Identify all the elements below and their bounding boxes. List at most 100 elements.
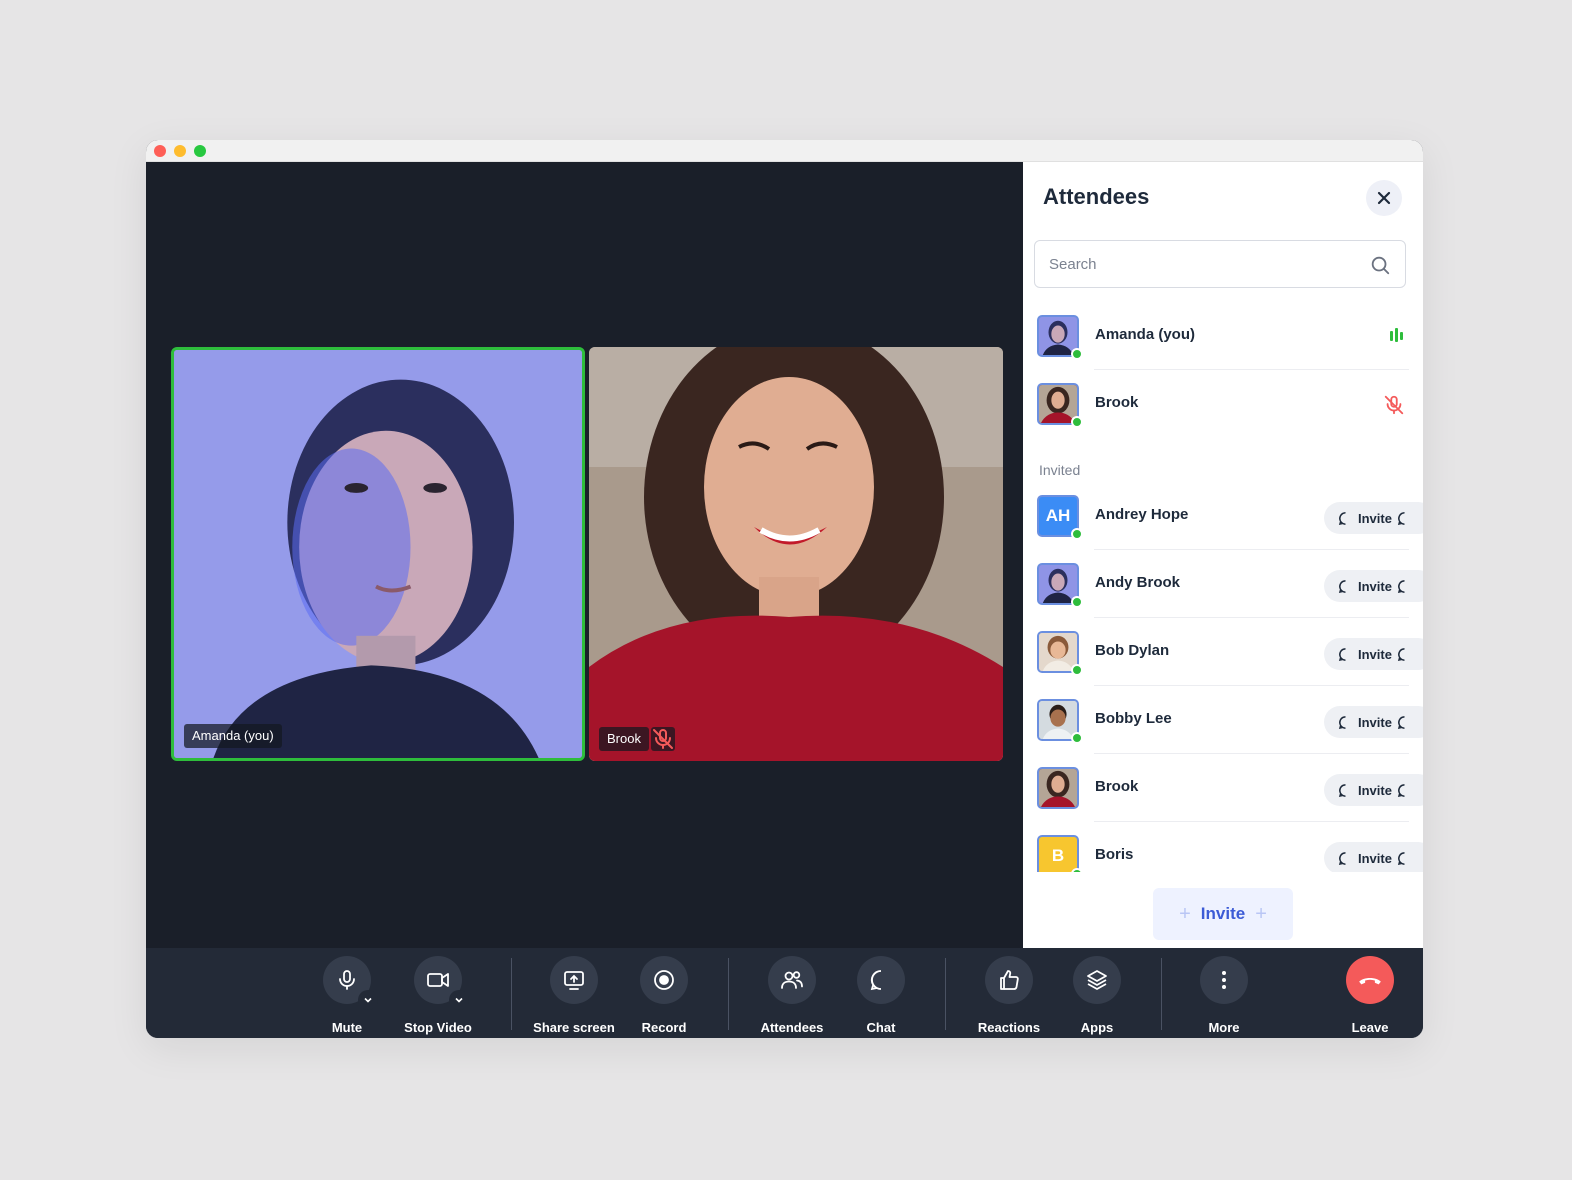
attendees-circle bbox=[768, 956, 816, 1004]
invite-label: Invite bbox=[1358, 646, 1392, 662]
attendee-list: Amanda (you) Brook Invited AH Andrey Hop… bbox=[1023, 302, 1423, 872]
online-status-icon bbox=[1071, 348, 1083, 360]
chat-bubble-icon bbox=[1397, 647, 1405, 661]
leave-circle bbox=[1346, 956, 1394, 1004]
chat-bubble-icon bbox=[1338, 511, 1346, 525]
chat-bubble-icon bbox=[1397, 851, 1405, 865]
invite-button[interactable]: Invite bbox=[1324, 638, 1423, 670]
plus-icon: + bbox=[1255, 902, 1267, 925]
invite-button[interactable]: Invite bbox=[1324, 842, 1423, 872]
minimize-window-button[interactable] bbox=[174, 145, 186, 157]
chat-bubble-icon bbox=[1338, 851, 1346, 865]
invite-button[interactable]: Invite bbox=[1324, 502, 1423, 534]
invite-button[interactable]: Invite bbox=[1324, 706, 1423, 738]
amanda-video-feed bbox=[174, 350, 582, 758]
more-vertical-icon bbox=[1222, 971, 1226, 989]
chat-bubble-icon bbox=[1397, 511, 1405, 525]
attendee-row-brook[interactable]: Brook bbox=[1037, 370, 1409, 438]
chat-bubble-icon bbox=[1338, 579, 1346, 593]
video-stage: Amanda (you) Brook bbox=[146, 162, 1023, 948]
mute-button[interactable]: Mute bbox=[302, 956, 392, 1036]
invite-label: Invite bbox=[1358, 850, 1392, 866]
invite-button[interactable]: Invite bbox=[1324, 774, 1423, 806]
more-button[interactable]: More bbox=[1179, 956, 1269, 1036]
plus-icon: + bbox=[1179, 902, 1191, 925]
video-tile-brook[interactable]: Brook bbox=[589, 347, 1003, 761]
brook-video-feed bbox=[589, 347, 1003, 761]
speaking-icon bbox=[1387, 326, 1405, 349]
leave-button[interactable]: Leave bbox=[1325, 956, 1415, 1036]
share-screen-button[interactable]: Share screen bbox=[529, 956, 619, 1036]
invite-label: Invite bbox=[1358, 510, 1392, 526]
reactions-circle bbox=[985, 956, 1033, 1004]
invite-attendees-button[interactable]: + Invite + bbox=[1153, 888, 1293, 940]
stop-video-button[interactable]: Stop Video bbox=[393, 956, 483, 1036]
online-status-icon bbox=[1071, 528, 1083, 540]
more-label: More bbox=[1208, 1020, 1240, 1035]
close-window-button[interactable] bbox=[154, 145, 166, 157]
stop-video-label: Stop Video bbox=[404, 1020, 472, 1035]
toolbar-divider bbox=[511, 958, 512, 1030]
invited-row-andrey-hope: AH Andrey Hope Invite bbox=[1037, 482, 1423, 550]
more-circle bbox=[1200, 956, 1248, 1004]
chevron-down-icon bbox=[364, 997, 372, 1003]
chat-bubble-icon bbox=[1338, 647, 1346, 661]
app-window: Amanda (you) Brook Attendees Search Aman… bbox=[146, 140, 1423, 1038]
invited-name: Bobby Lee bbox=[1095, 710, 1172, 727]
leave-label: Leave bbox=[1351, 1020, 1389, 1035]
record-button[interactable]: Record bbox=[619, 956, 709, 1036]
share-screen-icon bbox=[564, 971, 584, 990]
invited-row-bobby-lee: Bobby Lee Invite bbox=[1037, 686, 1423, 754]
muted-mic-icon bbox=[1383, 394, 1405, 421]
toolbar-divider bbox=[945, 958, 946, 1030]
maximize-window-button[interactable] bbox=[194, 145, 206, 157]
search-icon[interactable] bbox=[1369, 254, 1391, 276]
invited-name: Boris bbox=[1095, 846, 1134, 863]
video-options-button[interactable] bbox=[449, 990, 469, 1010]
online-status-icon bbox=[1071, 868, 1083, 872]
attendee-name: Brook bbox=[1095, 394, 1139, 411]
chat-button[interactable]: Chat bbox=[836, 956, 926, 1036]
online-status-icon bbox=[1071, 416, 1083, 428]
toolbar-divider bbox=[728, 958, 729, 1030]
hang-up-icon bbox=[1359, 977, 1381, 985]
search-input[interactable] bbox=[1049, 253, 1349, 275]
chat-circle bbox=[857, 956, 905, 1004]
users-icon bbox=[781, 971, 803, 989]
chat-icon bbox=[870, 970, 882, 991]
close-panel-button[interactable] bbox=[1366, 180, 1402, 216]
meeting-toolbar: Mute Stop Video Share screen Record Atte… bbox=[146, 948, 1423, 1038]
avatar bbox=[1037, 767, 1079, 809]
mute-options-button[interactable] bbox=[358, 990, 378, 1010]
attendees-button[interactable]: Attendees bbox=[747, 956, 837, 1036]
chat-bubble-icon bbox=[1338, 715, 1346, 729]
video-tile-amanda[interactable]: Amanda (you) bbox=[171, 347, 585, 761]
chat-bubble-icon bbox=[1397, 783, 1405, 797]
chat-bubble-icon bbox=[1397, 715, 1405, 729]
invited-row-andy-brook: Andy Brook Invite bbox=[1037, 550, 1423, 618]
chat-bubble-icon bbox=[1338, 783, 1346, 797]
layers-icon bbox=[1087, 970, 1107, 990]
attendees-panel: Attendees Amanda (you) bbox=[1023, 162, 1423, 948]
thumbs-up-icon bbox=[1000, 970, 1019, 990]
invited-name: Andy Brook bbox=[1095, 574, 1181, 591]
panel-title: Attendees bbox=[1043, 184, 1150, 209]
attendee-name: Amanda (you) bbox=[1095, 326, 1196, 343]
apps-button[interactable]: Apps bbox=[1052, 956, 1142, 1036]
close-icon bbox=[1377, 191, 1391, 205]
invited-name: Brook bbox=[1095, 778, 1139, 795]
toolbar-divider bbox=[1161, 958, 1162, 1030]
invited-section-label: Invited bbox=[1039, 462, 1081, 478]
attendee-row-amanda[interactable]: Amanda (you) bbox=[1037, 302, 1409, 370]
chat-label: Chat bbox=[866, 1020, 896, 1035]
invite-button[interactable]: Invite bbox=[1324, 570, 1423, 602]
invited-row-bob-dylan: Bob Dylan Invite bbox=[1037, 618, 1423, 686]
invited-row-brook: Brook Invite bbox=[1037, 754, 1423, 822]
brook-name-tag: Brook bbox=[599, 727, 649, 751]
window-titlebar bbox=[146, 140, 1423, 162]
share-screen-circle bbox=[550, 956, 598, 1004]
avatar-initials: B bbox=[1037, 835, 1079, 872]
reactions-button[interactable]: Reactions bbox=[964, 956, 1054, 1036]
video-camera-icon bbox=[427, 973, 449, 987]
invite-label: Invite bbox=[1358, 782, 1392, 798]
